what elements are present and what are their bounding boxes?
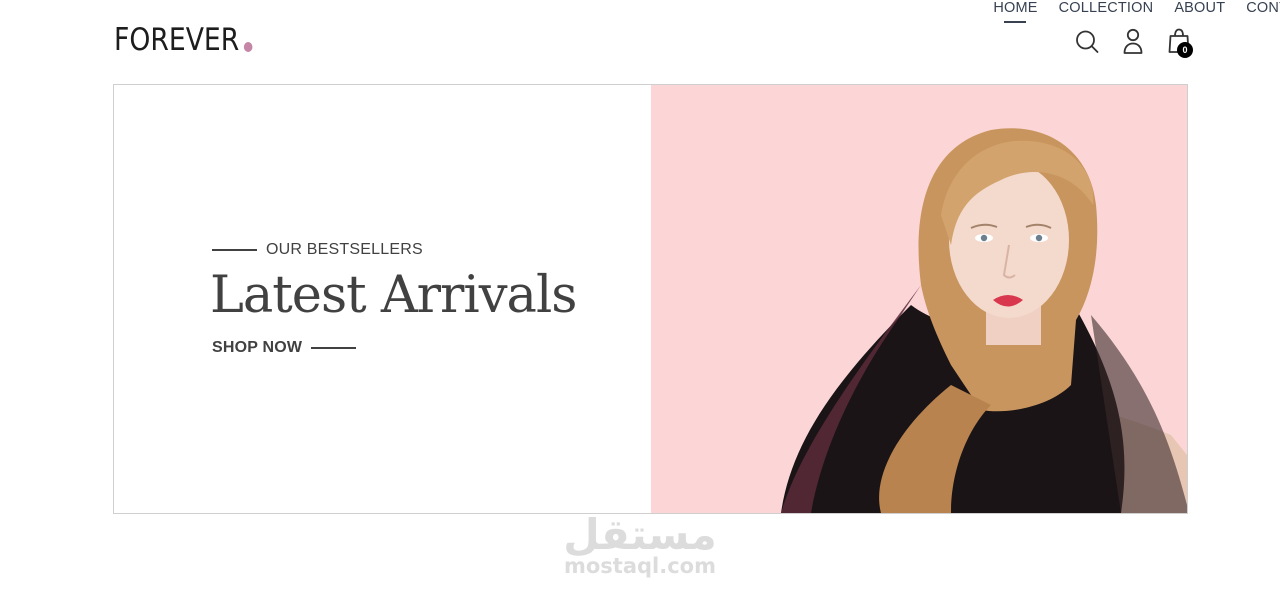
- eyebrow-text: OUR BESTSELLERS: [266, 241, 423, 258]
- brand-logo[interactable]: FOREVER: [114, 20, 253, 60]
- nav-contact[interactable]: CONTACT: [1246, 0, 1280, 23]
- eyebrow-line: [212, 249, 257, 251]
- search-icon[interactable]: [1075, 28, 1099, 54]
- hero-banner: OUR BESTSELLERS Latest Arrivals SHOP NOW: [113, 84, 1188, 514]
- hero-eyebrow: OUR BESTSELLERS: [212, 241, 423, 259]
- shop-now-label: SHOP NOW: [212, 339, 303, 356]
- nav-home-label: HOME: [993, 0, 1038, 16]
- cart-count-badge: 0: [1177, 42, 1193, 58]
- main-menu: HOME COLLECTION ABOUT CONTACT: [515, 0, 1280, 23]
- brand-name: FOREVER: [114, 22, 240, 58]
- navbar: FOREVER HOME COLLECTION ABOUT CONTACT: [0, 0, 1280, 84]
- shop-now-button[interactable]: SHOP NOW: [212, 339, 357, 357]
- header-actions: [1075, 28, 1191, 54]
- hero-title: Latest Arrivals: [210, 266, 577, 325]
- nav-about[interactable]: ABOUT: [1174, 0, 1225, 23]
- model-photo: [651, 85, 1187, 513]
- nav-about-label: ABOUT: [1174, 0, 1226, 16]
- watermark-latin: mostaql.com: [564, 554, 716, 578]
- watermark: مستقل mostaql.com: [0, 510, 1280, 578]
- nav-collection-label: COLLECTION: [1058, 0, 1154, 16]
- active-indicator: [1004, 21, 1027, 23]
- hero-image: [651, 85, 1187, 513]
- nav-contact-label: CONTACT: [1246, 0, 1280, 16]
- cta-line: [311, 347, 357, 349]
- brand-dot: [243, 42, 253, 52]
- user-icon[interactable]: [1121, 28, 1145, 54]
- hero-text-panel: OUR BESTSELLERS Latest Arrivals SHOP NOW: [114, 85, 651, 513]
- watermark-arabic: مستقل: [563, 510, 717, 559]
- nav-collection[interactable]: COLLECTION: [1059, 0, 1154, 23]
- nav-home[interactable]: HOME: [993, 0, 1037, 23]
